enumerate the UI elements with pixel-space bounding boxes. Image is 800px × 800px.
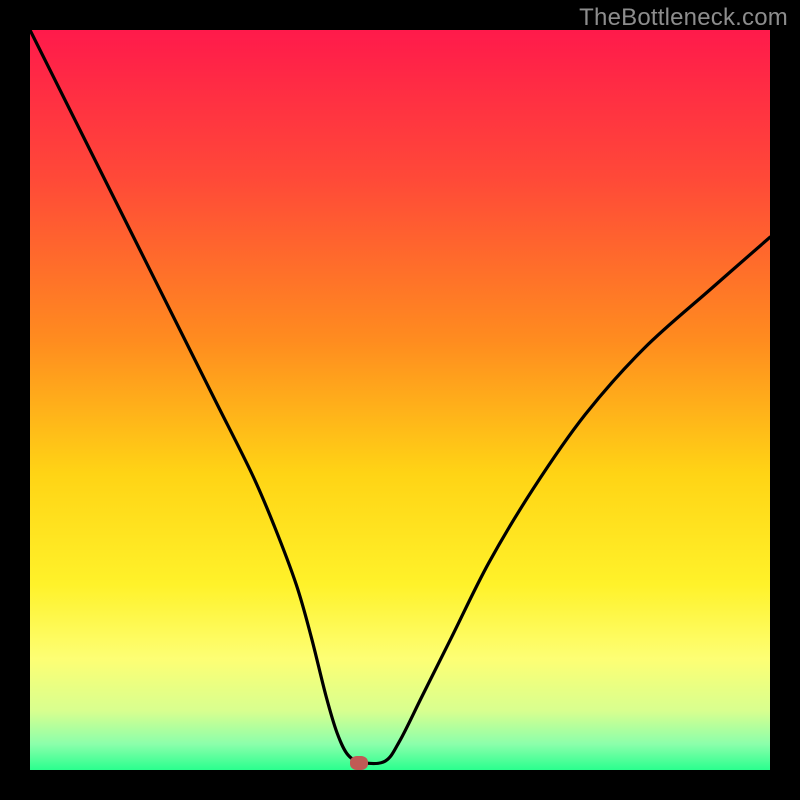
optimum-marker (350, 756, 368, 770)
plot-area (30, 30, 770, 770)
chart-frame: TheBottleneck.com (0, 0, 800, 800)
bottleneck-curve (30, 30, 770, 770)
watermark-text: TheBottleneck.com (579, 4, 788, 32)
